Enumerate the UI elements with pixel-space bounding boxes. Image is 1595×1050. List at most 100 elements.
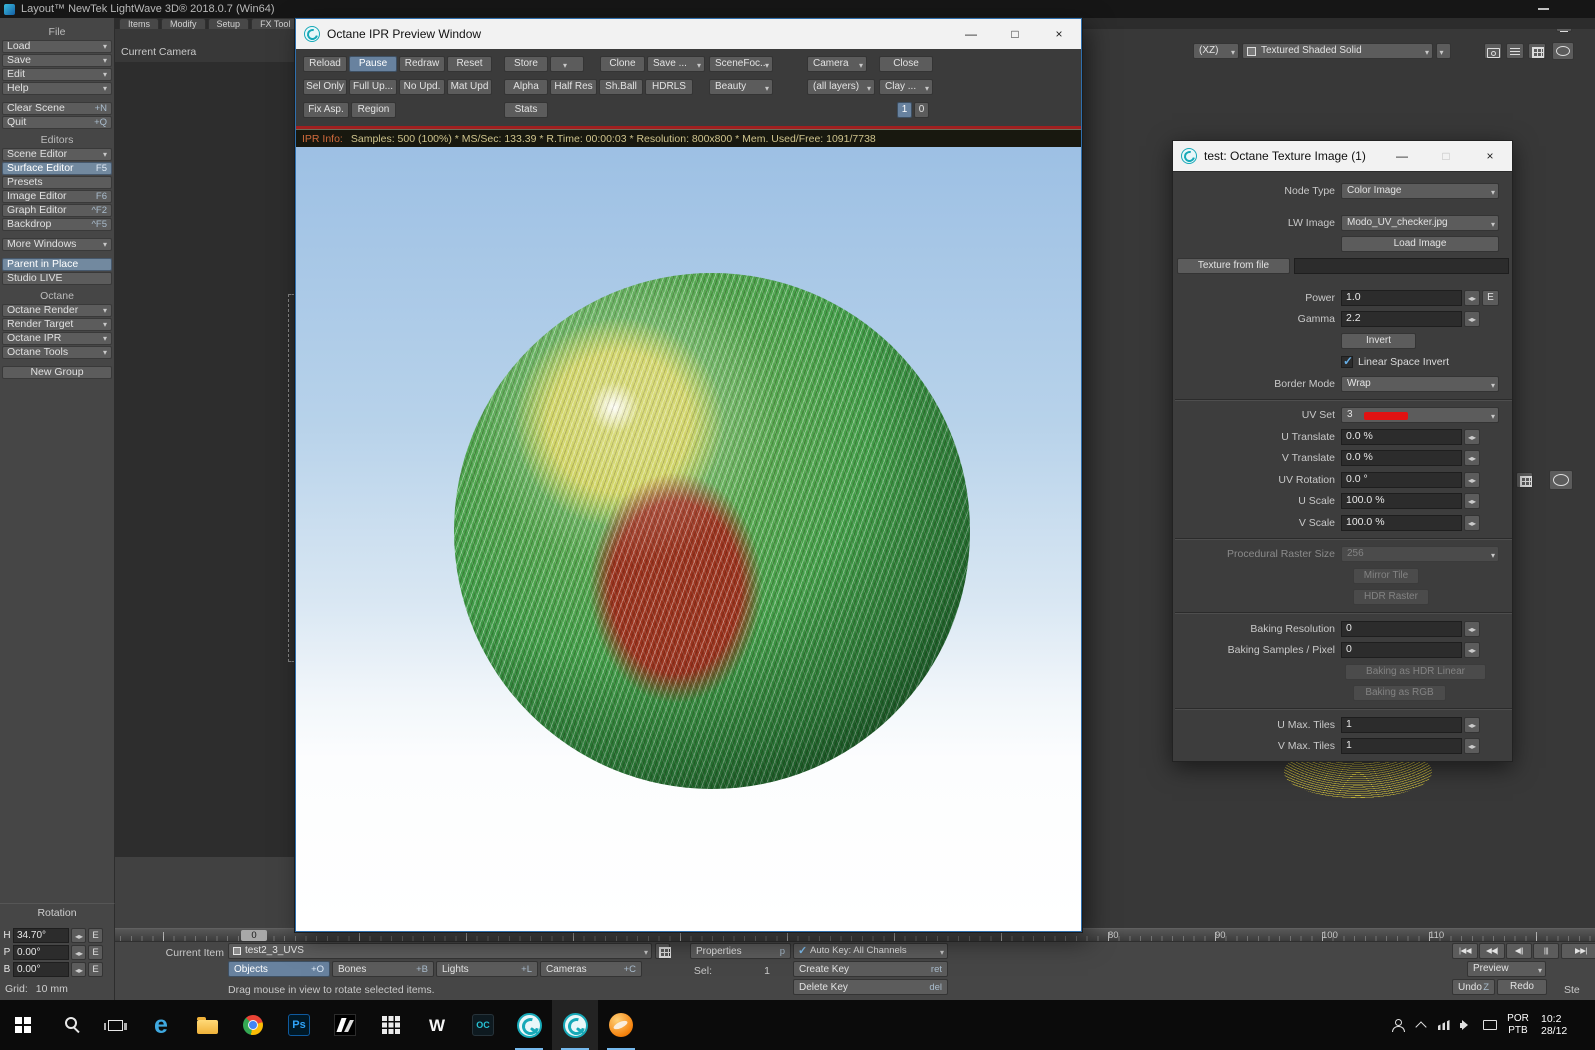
cameras-button[interactable]: Cameras +C [540, 961, 642, 977]
power-envelope-button[interactable]: E [1482, 290, 1499, 306]
pause-transport-button[interactable]: ||| [1533, 943, 1559, 959]
tab-modify[interactable]: Modify [161, 18, 206, 29]
no-update-button[interactable]: No Upd. [399, 79, 445, 95]
properties-button[interactable]: Properties p [690, 943, 791, 959]
sidebar-item-render-target[interactable]: Render Target [2, 318, 112, 331]
word-button[interactable]: W [414, 1000, 460, 1050]
v-max-tiles-field[interactable]: 1 [1341, 738, 1462, 754]
node-type-dropdown[interactable]: Color Image [1341, 183, 1499, 199]
layers-dropdown[interactable]: (all layers) [807, 79, 875, 95]
h-envelope-button[interactable]: E [88, 928, 103, 943]
v-max-tiles-spinner[interactable] [1464, 738, 1480, 754]
tray-people-button[interactable] [1386, 1000, 1409, 1050]
v-translate-spinner[interactable] [1464, 450, 1480, 466]
minimize-icon[interactable] [1538, 8, 1549, 10]
tray-clock-button[interactable]: 10:2 28/12 [1535, 1013, 1595, 1037]
viewport-axis-dropdown[interactable]: (XZ) [1193, 43, 1239, 59]
gamma-spinner[interactable] [1464, 311, 1480, 327]
b-spinner[interactable] [71, 962, 86, 977]
v-scale-spinner[interactable] [1464, 515, 1480, 531]
clone-button[interactable]: Clone [600, 56, 645, 72]
shader-ball-button[interactable]: Sh.Ball [599, 79, 643, 95]
sidebar-item-scene-editor[interactable]: Scene Editor [2, 148, 112, 161]
ipr-window-titlebar[interactable]: Octane IPR Preview Window — □ × [296, 19, 1081, 49]
previous-keyframe-button[interactable]: ◀◀| [1479, 943, 1505, 959]
octane-app-button-active[interactable] [552, 1000, 598, 1050]
lw-image-dropdown[interactable]: Modo_UV_checker.jpg [1341, 215, 1499, 231]
sidebar-item-save[interactable]: Save [2, 54, 112, 67]
scene-focus-dropdown[interactable]: SceneFoc... [709, 56, 773, 72]
power-field[interactable]: 1.0 [1341, 290, 1462, 306]
minimize-icon[interactable]: — [949, 19, 993, 49]
tray-keyboard-button[interactable] [1478, 1000, 1501, 1050]
start-button[interactable] [0, 1000, 46, 1050]
delete-key-button[interactable]: Delete Key del [793, 979, 948, 995]
texture-from-file-button[interactable]: Texture from file [1177, 258, 1290, 274]
material-update-button[interactable]: Mat Upd [447, 79, 492, 95]
camera-dropdown[interactable]: Camera [807, 56, 867, 72]
store-button[interactable]: Store [504, 56, 548, 72]
auto-key-dropdown[interactable]: Auto Key: All Channels [793, 943, 948, 959]
u-translate-spinner[interactable] [1464, 429, 1480, 445]
sidebar-item-load[interactable]: Load [2, 40, 112, 53]
fix-aspect-button[interactable]: Fix Asp. [303, 102, 349, 118]
viewport-shading-options-dropdown[interactable] [1436, 43, 1451, 59]
store-preset-dropdown[interactable] [550, 56, 584, 72]
sidebar-item-graph-editor[interactable]: Graph Editor ^F2 [2, 204, 112, 217]
grid-icon[interactable] [1528, 43, 1546, 59]
chrome-button[interactable] [230, 1000, 276, 1050]
uv-set-dropdown[interactable]: 3 [1341, 407, 1499, 423]
toggle-one-button[interactable]: 1 [897, 102, 912, 118]
p-value-field[interactable]: 0.00° [13, 945, 69, 960]
u-scale-field[interactable]: 100.0 % [1341, 493, 1462, 509]
tray-language-button[interactable]: POR PTB [1501, 1013, 1535, 1037]
tray-volume-button[interactable] [1455, 1000, 1478, 1050]
u-max-tiles-spinner[interactable] [1464, 717, 1480, 733]
sidebar-item-octane-ipr[interactable]: Octane IPR [2, 332, 112, 345]
camera-icon[interactable] [1484, 43, 1502, 59]
baking-samples-spinner[interactable] [1464, 642, 1480, 658]
sidebar-item-parent-in-place[interactable]: Parent in Place [2, 258, 112, 271]
render-view[interactable] [296, 147, 1081, 931]
v-scale-field[interactable]: 100.0 % [1341, 515, 1462, 531]
corsair-button[interactable] [322, 1000, 368, 1050]
close-icon[interactable]: × [1468, 141, 1512, 171]
sidebar-item-image-editor[interactable]: Image Editor F6 [2, 190, 112, 203]
alpha-button[interactable]: Alpha [504, 79, 548, 95]
maximize-icon[interactable]: □ [993, 19, 1037, 49]
create-key-button[interactable]: Create Key ret [793, 961, 948, 977]
task-view-button[interactable] [92, 1000, 138, 1050]
tray-show-hidden-button[interactable] [1409, 1000, 1432, 1050]
region-button[interactable]: Region [351, 102, 396, 118]
sidebar-item-studio-live[interactable]: Studio LIVE [2, 272, 112, 285]
sidebar-item-presets[interactable]: Presets [2, 176, 112, 189]
current-item-dropdown[interactable]: test2_3_UVS [228, 943, 652, 959]
p-spinner[interactable] [71, 945, 86, 960]
sidebar-item-help[interactable]: Help [2, 82, 112, 95]
viewport-rotate-gizmo-icon[interactable] [1549, 470, 1573, 490]
sidebar-item-octane-render[interactable]: Octane Render [2, 304, 112, 317]
full-update-button[interactable]: Full Up... [349, 79, 397, 95]
octane-app-button[interactable] [506, 1000, 552, 1050]
save-dropdown[interactable]: Save ... [647, 56, 705, 72]
b-envelope-button[interactable]: E [88, 962, 103, 977]
frame-slider-handle[interactable]: 0 [241, 930, 267, 941]
sidebar-item-edit[interactable]: Edit [2, 68, 112, 81]
sidebar-item-backdrop[interactable]: Backdrop ^F5 [2, 218, 112, 231]
h-spinner[interactable] [71, 928, 86, 943]
viewport-left-region[interactable] [115, 62, 295, 857]
baking-resolution-field[interactable]: 0 [1341, 621, 1462, 637]
p-envelope-button[interactable]: E [88, 945, 103, 960]
reset-button[interactable]: Reset [447, 56, 492, 72]
redo-button[interactable]: Redo [1497, 979, 1547, 995]
tab-items[interactable]: Items [119, 18, 160, 29]
v-translate-field[interactable]: 0.0 % [1341, 450, 1462, 466]
border-mode-dropdown[interactable]: Wrap [1341, 376, 1499, 392]
viewport-gizmo-icon[interactable] [1552, 42, 1574, 60]
render-pass-dropdown[interactable]: Beauty [709, 79, 773, 95]
half-res-button[interactable]: Half Res [550, 79, 597, 95]
load-image-button[interactable]: Load Image [1341, 236, 1499, 252]
h-value-field[interactable]: 34.70° [13, 928, 69, 943]
item-list-button[interactable] [655, 943, 671, 959]
objects-button[interactable]: Objects +O [228, 961, 330, 977]
